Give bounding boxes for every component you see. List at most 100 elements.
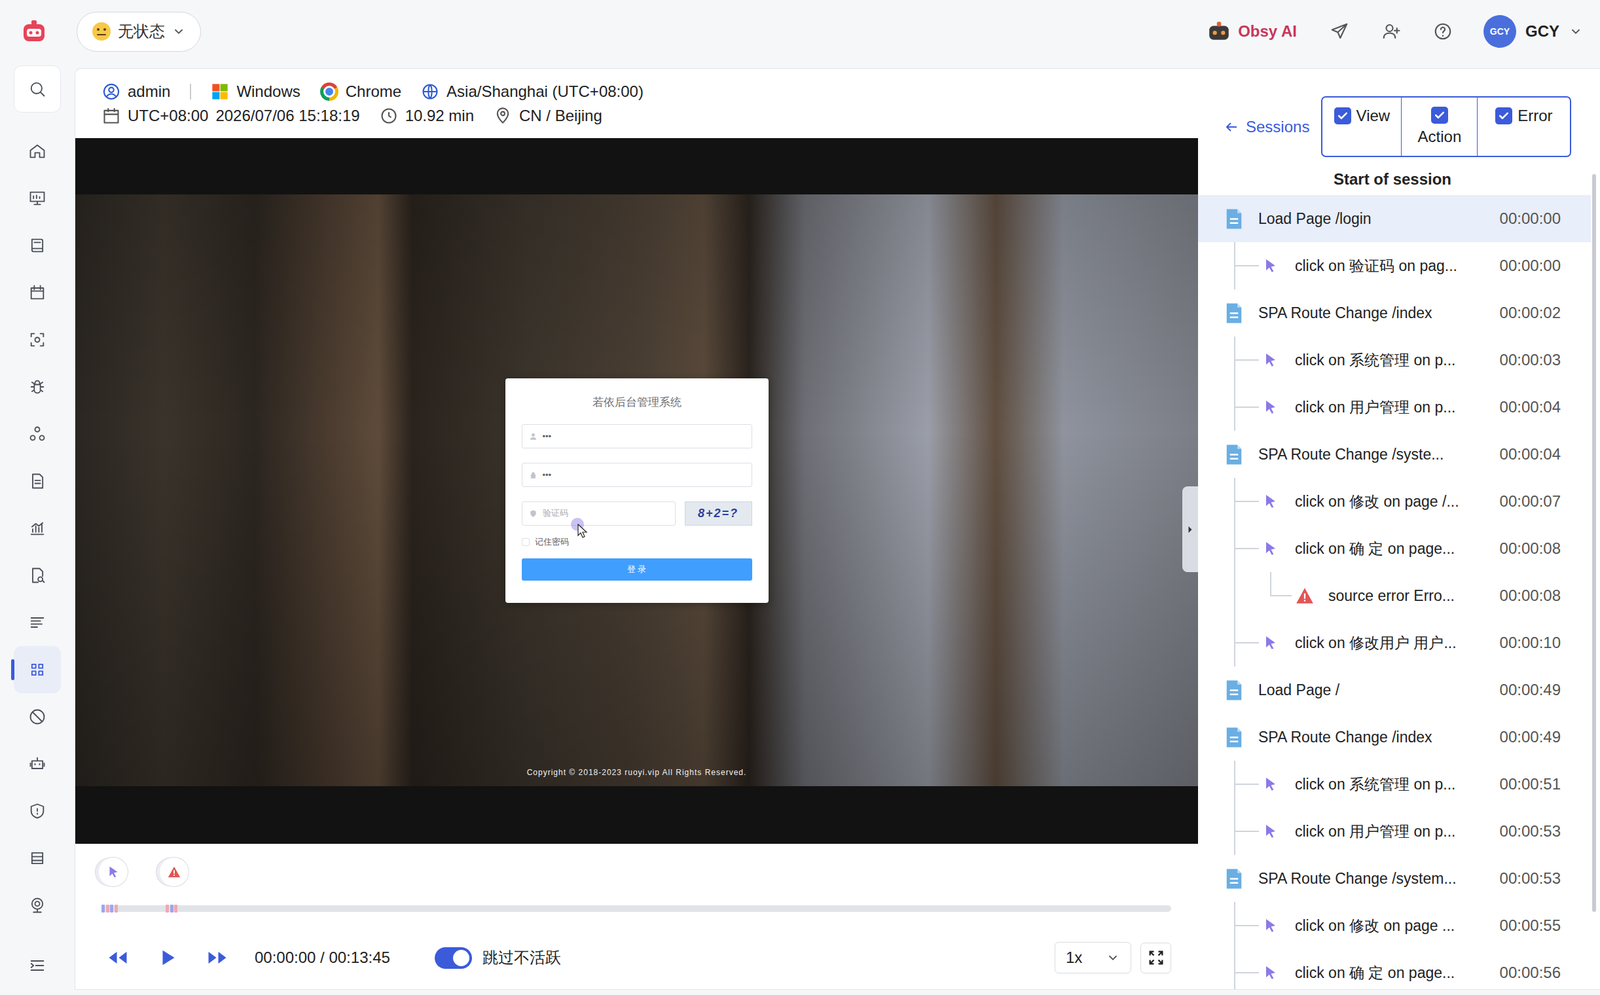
- rewind-button[interactable]: [101, 941, 135, 975]
- timeline-event-tick[interactable]: [170, 904, 174, 913]
- sidebar-item[interactable]: [13, 599, 61, 647]
- sidebar-item[interactable]: [13, 834, 61, 882]
- event-row[interactable]: click on 用户管理 on p...00:00:53: [1198, 807, 1591, 855]
- session-browser: Chrome: [320, 82, 402, 101]
- sidebar-item[interactable]: [13, 551, 61, 600]
- filter-checkbox[interactable]: [1334, 107, 1352, 125]
- timeline-event-tick[interactable]: [101, 904, 105, 913]
- click-pointer-icon: [1262, 917, 1279, 934]
- event-row[interactable]: SPA Route Change /index00:00:49: [1198, 713, 1591, 761]
- status-dropdown[interactable]: 无状态: [76, 11, 201, 52]
- sidebar-item[interactable]: [13, 316, 61, 364]
- assistant-button[interactable]: Obsy AI: [1206, 18, 1297, 44]
- sidebar: [0, 62, 75, 995]
- login-input[interactable]: •••: [521, 462, 753, 488]
- chevron-down-icon: [1105, 950, 1121, 965]
- login-button[interactable]: 登 录: [521, 558, 753, 581]
- database-icon: [28, 849, 47, 868]
- event-filter[interactable]: Action: [1400, 97, 1477, 156]
- event-marker[interactable]: [159, 857, 189, 887]
- captcha-image[interactable]: 8+2=?: [684, 501, 753, 526]
- timeline-event-tick[interactable]: [174, 904, 178, 913]
- collapse-sidebar-button[interactable]: [13, 942, 61, 990]
- event-row[interactable]: click on 确 定 on page...00:00:08: [1198, 525, 1591, 573]
- event-row[interactable]: click on 系统管理 on p...00:00:03: [1198, 336, 1591, 384]
- scrollbar[interactable]: [1592, 174, 1597, 912]
- expand-panel-handle[interactable]: [1182, 486, 1199, 573]
- captcha-input[interactable]: 验证码: [521, 501, 676, 526]
- replay-frame[interactable]: 若依后台管理系统••••••验证码8+2=?记住密码登 录Copyright ©…: [75, 194, 1199, 787]
- sidebar-item[interactable]: [13, 174, 61, 222]
- sidebar-item[interactable]: [13, 221, 61, 270]
- timeline-event-tick[interactable]: [114, 904, 118, 913]
- event-time: 00:00:56: [1499, 963, 1561, 982]
- timeline-track[interactable]: [101, 905, 1172, 912]
- location-pin-icon: [493, 106, 512, 126]
- replay-player[interactable]: 若依后台管理系统••••••验证码8+2=?记住密码登 录Copyright ©…: [75, 138, 1199, 844]
- logo-icon[interactable]: [19, 17, 49, 46]
- event-time: 00:00:53: [1499, 822, 1561, 841]
- invite-user-button[interactable]: [1380, 20, 1403, 43]
- replay-footer: Copyright © 2018-2023 ruoyi.vip All Righ…: [75, 767, 1199, 778]
- sidebar-item[interactable]: [13, 504, 61, 552]
- event-row[interactable]: click on 确 定 on page...00:00:56: [1198, 949, 1591, 990]
- timeline-event-tick[interactable]: [165, 904, 169, 913]
- sidebar-item[interactable]: [13, 269, 61, 317]
- user-menu[interactable]: GCYGCY: [1483, 15, 1583, 48]
- session-location: CN / Beijing: [493, 106, 603, 126]
- calendar-icon: [102, 106, 121, 126]
- event-label: click on 修改 on page ...: [1294, 915, 1495, 937]
- sidebar-item[interactable]: [13, 457, 61, 505]
- sidebar-item[interactable]: [13, 693, 61, 741]
- filter-checkbox[interactable]: [1431, 106, 1449, 124]
- remember-password[interactable]: 记住密码: [521, 534, 753, 550]
- sidebar-item[interactable]: [13, 740, 61, 788]
- event-row[interactable]: click on 修改用户 用户...00:00:10: [1198, 619, 1591, 667]
- event-filter[interactable]: View: [1322, 97, 1401, 156]
- event-row[interactable]: source error Erro...00:00:08: [1198, 572, 1591, 620]
- play-button[interactable]: [151, 941, 184, 975]
- timeline-event-tick[interactable]: [106, 904, 110, 913]
- event-row[interactable]: SPA Route Change /system...00:00:53: [1198, 854, 1591, 903]
- sidebar-item[interactable]: [13, 410, 61, 458]
- skip-inactive-toggle[interactable]: 跳过不活跃: [434, 947, 562, 969]
- screenshot-icon: [28, 330, 47, 349]
- search-button[interactable]: [13, 65, 61, 113]
- event-row[interactable]: click on 用户管理 on p...00:00:04: [1198, 383, 1591, 431]
- event-row[interactable]: click on 验证码 on pag...00:00:00: [1198, 242, 1591, 290]
- sidebar-item[interactable]: [13, 881, 61, 929]
- speed-select[interactable]: 1x: [1054, 942, 1132, 974]
- event-filter[interactable]: Error: [1476, 97, 1570, 156]
- event-row[interactable]: click on 修改 on page /...00:00:07: [1198, 477, 1591, 526]
- windows-icon: [210, 82, 230, 101]
- event-row[interactable]: SPA Route Change /syste...00:00:04: [1198, 430, 1591, 478]
- toggle-switch[interactable]: [434, 947, 473, 969]
- filter-checkbox[interactable]: [1495, 107, 1513, 125]
- event-row[interactable]: click on 修改 on page ...00:00:55: [1198, 902, 1591, 950]
- timeline-event-tick[interactable]: [109, 904, 114, 913]
- fullscreen-button[interactable]: [1140, 942, 1172, 974]
- event-time: 00:00:04: [1499, 398, 1561, 417]
- event-marker[interactable]: [98, 857, 128, 887]
- workspace: adminWindowsChromeAsia/Shanghai (UTC+08:…: [0, 62, 1600, 995]
- collapse-menu-icon: [28, 956, 47, 975]
- sidebar-item[interactable]: [13, 363, 61, 411]
- remember-checkbox[interactable]: [521, 538, 530, 546]
- fast-forward-button[interactable]: [200, 941, 234, 975]
- sidebar-item[interactable]: [13, 646, 61, 694]
- dashboard-icon: [28, 189, 47, 208]
- event-row[interactable]: Load Page /login00:00:00: [1198, 195, 1591, 243]
- event-row[interactable]: click on 系统管理 on p...00:00:51: [1198, 760, 1591, 808]
- back-to-sessions[interactable]: Sessions: [1223, 117, 1310, 137]
- login-input[interactable]: •••: [521, 424, 753, 449]
- login-dialog: 若依后台管理系统••••••验证码8+2=?记住密码登 录: [505, 378, 769, 603]
- book-icon: [28, 236, 47, 255]
- event-row[interactable]: SPA Route Change /index00:00:02: [1198, 289, 1591, 337]
- help-button[interactable]: [1431, 20, 1455, 43]
- event-row[interactable]: Load Page /00:00:49: [1198, 666, 1591, 714]
- share-button[interactable]: [1328, 20, 1351, 43]
- sidebar-item[interactable]: [13, 127, 61, 175]
- sidebar-item[interactable]: [13, 787, 61, 835]
- no-entry-icon: [28, 707, 47, 727]
- event-time: 00:00:10: [1499, 633, 1561, 653]
